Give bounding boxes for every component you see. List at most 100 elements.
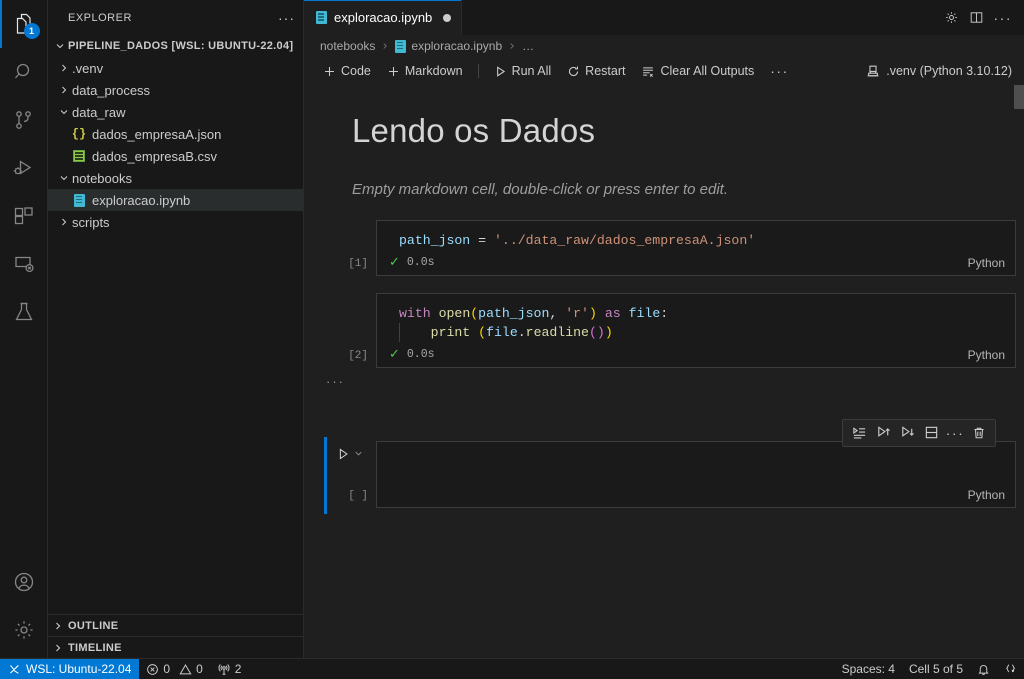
- cell-run-controls: [336, 447, 364, 461]
- code-token: (: [478, 324, 487, 340]
- tree-item-label: data_process: [72, 82, 151, 98]
- run-by-line-icon[interactable]: [848, 423, 870, 443]
- activity-bar-bottom-group: [0, 558, 48, 658]
- unsaved-indicator-icon[interactable]: [443, 13, 452, 22]
- tree-item-scripts[interactable]: scripts: [48, 211, 303, 233]
- run-cell-icon[interactable]: [336, 447, 350, 461]
- active-cell-gutter: [ ]: [324, 436, 376, 514]
- breadcrumb-item-exploracao[interactable]: exploracao.ipynb: [395, 39, 502, 53]
- activity-bar-item-search[interactable]: [0, 48, 48, 96]
- status-indentation[interactable]: Spaces: 4: [835, 659, 902, 679]
- status-cell-position[interactable]: Cell 5 of 5: [902, 659, 970, 679]
- notebook-scrollbar[interactable]: [1014, 85, 1024, 109]
- activity-bar-item-manage-settings[interactable]: [0, 606, 48, 654]
- status-problems[interactable]: 0 0: [139, 659, 209, 679]
- notebook-icon: [316, 11, 327, 24]
- code-token: ): [596, 324, 605, 340]
- warning-count: 0: [196, 662, 203, 676]
- add-markdown-cell-button[interactable]: Markdown: [380, 62, 470, 80]
- tree-item-exploracao-ipynb[interactable]: exploracao.ipynb: [48, 189, 303, 211]
- restart-kernel-button[interactable]: Restart: [560, 62, 632, 80]
- search-icon: [12, 60, 36, 84]
- tree-item-dados-empresaB-csv[interactable]: dados_empresaB.csv: [48, 145, 303, 167]
- status-remote-right-indicator[interactable]: [997, 659, 1024, 679]
- cell-language[interactable]: Python: [968, 488, 1005, 502]
- activity-bar-item-extensions[interactable]: [0, 192, 48, 240]
- cell-hover-toolbar: ···: [842, 418, 996, 447]
- status-forwarded-ports[interactable]: 2: [210, 659, 249, 679]
- plus-icon: [323, 65, 336, 78]
- markdown-cell-empty-placeholder[interactable]: Empty markdown cell, double-click or pre…: [312, 151, 1024, 198]
- tree-item-notebooks[interactable]: notebooks: [48, 167, 303, 189]
- run-all-button[interactable]: Run All: [487, 62, 559, 80]
- code-token: 'r': [565, 305, 589, 321]
- success-check-icon: ✓: [389, 255, 400, 271]
- notebook-file-icon: [70, 193, 88, 207]
- kernel-selector[interactable]: .venv (Python 3.10.12): [866, 64, 1024, 78]
- tree-item-data-raw[interactable]: data_raw: [48, 101, 303, 123]
- play-icon: [494, 65, 507, 78]
- activity-bar-item-explorer[interactable]: 1: [0, 0, 48, 48]
- tree-root-label: PIPELINE_DADOS [WSL: UBUNTU-22.04]: [68, 40, 294, 52]
- explorer-header: EXPLORER ···: [48, 0, 303, 35]
- collapsed-cell-indicator[interactable]: ···: [312, 368, 1024, 389]
- tree-root-folder[interactable]: PIPELINE_DADOS [WSL: UBUNTU-22.04]: [48, 35, 303, 57]
- indent-guide: [399, 322, 400, 342]
- cell-language[interactable]: Python: [968, 348, 1005, 362]
- breadcrumb-separator-icon: [380, 41, 390, 51]
- activity-bar-top-group: 1: [0, 0, 48, 558]
- clear-all-outputs-button[interactable]: Clear All Outputs: [634, 62, 761, 80]
- bell-icon: [977, 663, 990, 676]
- add-code-cell-button[interactable]: Code: [316, 62, 378, 80]
- code-token: '../data_raw/dados_empresaA.json': [494, 232, 756, 248]
- activity-bar-item-run-and-debug[interactable]: [0, 144, 48, 192]
- status-remote-indicator[interactable]: WSL: Ubuntu-22.04: [0, 658, 140, 679]
- cell-1-editor[interactable]: path_json = '../data_raw/dados_empresaA.…: [377, 221, 1015, 254]
- cell-language[interactable]: Python: [968, 256, 1005, 270]
- cell-2-editor[interactable]: with open(path_json, 'r') as file: print…: [377, 294, 1015, 346]
- activity-bar-item-remote-explorer[interactable]: [0, 240, 48, 288]
- file-tree: PIPELINE_DADOS [WSL: UBUNTU-22.04] .venv…: [48, 35, 303, 614]
- chevron-down-icon: [56, 106, 72, 118]
- tree-item-venv[interactable]: .venv: [48, 57, 303, 79]
- cell-more-actions-icon[interactable]: ···: [944, 423, 966, 443]
- json-file-icon: {}: [71, 127, 87, 141]
- cell-2-box[interactable]: with open(path_json, 'r') as file: print…: [376, 292, 1016, 368]
- activity-bar-item-accounts[interactable]: [0, 558, 48, 606]
- tree-item-dados-empresaA-json[interactable]: {} dados_empresaA.json: [48, 123, 303, 145]
- execution-count: [1]: [348, 257, 368, 270]
- sidebar-section-timeline[interactable]: TIMELINE: [48, 636, 303, 658]
- notebook-more-actions-button[interactable]: ···: [763, 61, 796, 81]
- chevron-down-icon[interactable]: [353, 448, 364, 459]
- editor-more-actions-icon[interactable]: ···: [994, 11, 1013, 25]
- execute-above-cells-icon[interactable]: [872, 423, 894, 443]
- active-cell-editor[interactable]: [377, 442, 1015, 486]
- active-cell-box[interactable]: ··· Python: [376, 418, 1016, 508]
- tab-exploracao-ipynb[interactable]: exploracao.ipynb: [304, 0, 463, 35]
- breadcrumb-item-overflow[interactable]: …: [522, 39, 534, 53]
- clear-all-outputs-label: Clear All Outputs: [660, 64, 755, 78]
- code-token: (: [588, 324, 597, 340]
- activity-bar-item-source-control[interactable]: [0, 96, 48, 144]
- sidebar-section-outline[interactable]: OUTLINE: [48, 614, 303, 636]
- notebook-canvas: Lendo os Dados Empty markdown cell, doub…: [304, 85, 1024, 658]
- cell-1-box[interactable]: path_json = '../data_raw/dados_empresaA.…: [376, 219, 1016, 276]
- status-notifications[interactable]: [970, 659, 997, 679]
- kernel-icon: [866, 64, 880, 78]
- settings-gear-icon[interactable]: [944, 10, 959, 25]
- code-token: ): [588, 305, 597, 321]
- activity-bar-item-testing[interactable]: [0, 288, 48, 336]
- tab-label: exploracao.ipynb: [334, 10, 433, 25]
- markdown-cell-heading[interactable]: Lendo os Dados: [312, 85, 1024, 151]
- execution-time: 0.0s: [406, 256, 435, 270]
- split-cell-icon[interactable]: [920, 423, 942, 443]
- delete-cell-icon[interactable]: [968, 423, 990, 443]
- split-editor-icon[interactable]: [969, 10, 984, 25]
- tree-item-data-process[interactable]: data_process: [48, 79, 303, 101]
- editor-actions: ···: [932, 0, 1024, 35]
- restart-label: Restart: [585, 64, 626, 78]
- explorer-more-actions-icon[interactable]: ···: [278, 10, 295, 26]
- breadcrumb-item-notebooks[interactable]: notebooks: [320, 39, 375, 53]
- execute-cell-and-below-icon[interactable]: [896, 423, 918, 443]
- timeline-label: TIMELINE: [68, 641, 122, 654]
